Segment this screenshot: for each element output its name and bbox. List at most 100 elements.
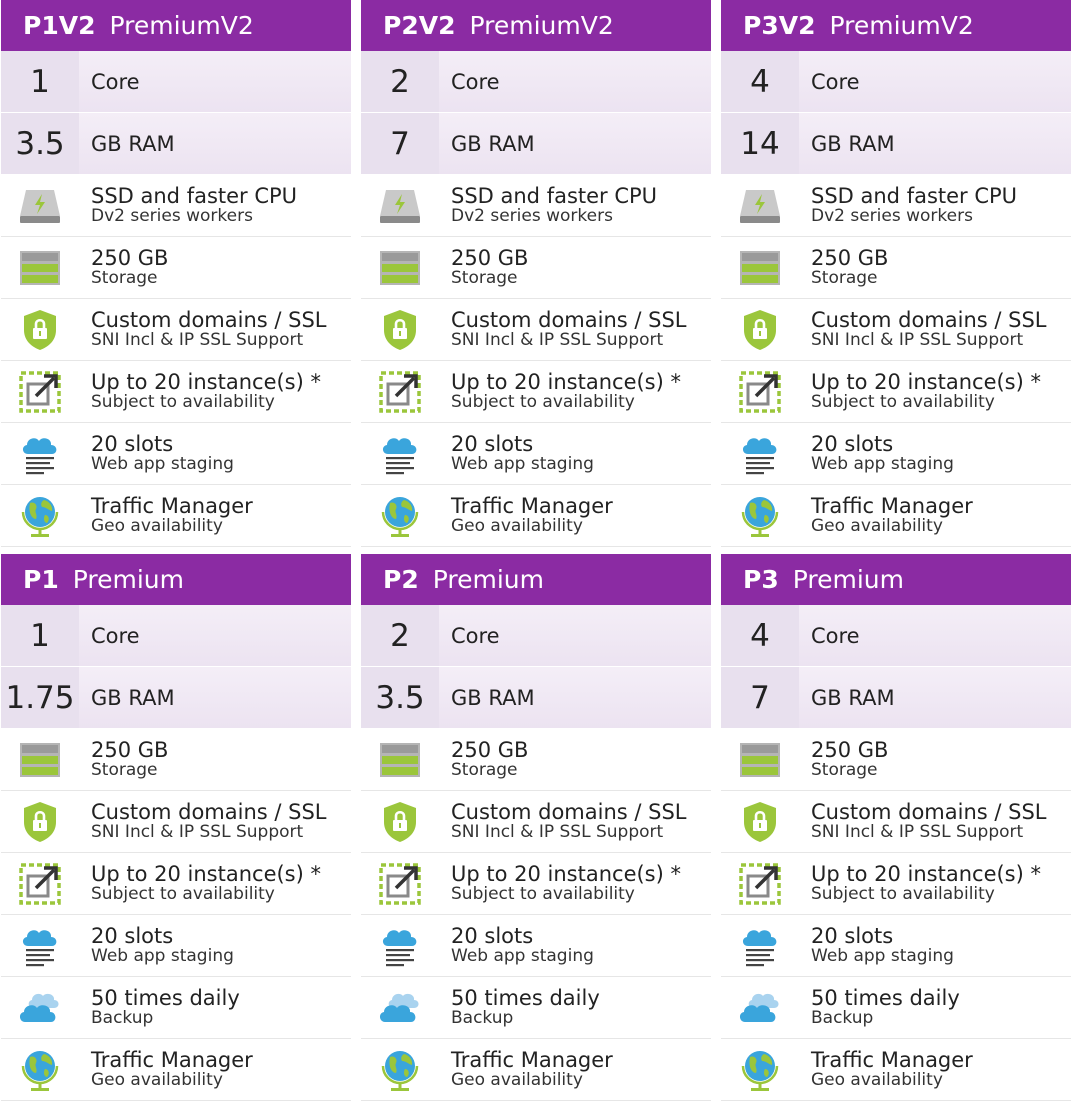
feature-subtitle: Geo availability bbox=[451, 516, 583, 537]
feature-text: Up to 20 instance(s) * Subject to availa… bbox=[79, 863, 321, 904]
feature-row: Up to 20 instance(s) * Subject to availa… bbox=[361, 361, 711, 423]
ssl-shield-icon bbox=[1, 791, 79, 853]
feature-text: Custom domains / SSL SNI Incl & IP SSL S… bbox=[439, 801, 687, 842]
scale-out-icon bbox=[1, 853, 79, 915]
feature-subtitle: Backup bbox=[91, 1008, 154, 1029]
feature-row: 250 GB Storage bbox=[1, 237, 351, 299]
feature-row: 250 GB Storage bbox=[1, 729, 351, 791]
storage-icon bbox=[1, 729, 79, 791]
feature-text: Up to 20 instance(s) * Subject to availa… bbox=[799, 371, 1041, 412]
ssl-shield-icon bbox=[721, 299, 799, 361]
feature-text: 20 slots Web app staging bbox=[799, 433, 954, 474]
feature-subtitle: Geo availability bbox=[451, 1070, 583, 1091]
feature-text: Custom domains / SSL SNI Incl & IP SSL S… bbox=[439, 309, 687, 350]
feature-title: Traffic Manager bbox=[451, 1048, 613, 1073]
feature-subtitle: Subject to availability bbox=[451, 884, 635, 905]
feature-text: Traffic Manager Geo availability bbox=[439, 1049, 613, 1090]
storage-icon bbox=[721, 729, 799, 791]
feature-row: Up to 20 instance(s) * Subject to availa… bbox=[1, 853, 351, 915]
spec-label: GB RAM bbox=[439, 667, 711, 728]
pricing-card[interactable]: P3 Premium 4 Core 7 GB RAM 250 GB Storag… bbox=[721, 554, 1071, 1101]
storage-icon bbox=[1, 237, 79, 299]
slots-cloud-icon bbox=[361, 423, 439, 485]
feature-text: Up to 20 instance(s) * Subject to availa… bbox=[439, 371, 681, 412]
feature-subtitle: Geo availability bbox=[811, 1070, 943, 1091]
feature-title: 250 GB bbox=[91, 246, 169, 271]
feature-subtitle: Web app staging bbox=[811, 946, 954, 967]
globe-icon bbox=[721, 1039, 799, 1101]
feature-row: Custom domains / SSL SNI Incl & IP SSL S… bbox=[361, 299, 711, 361]
plan-tier: Premium bbox=[72, 565, 184, 594]
pricing-card[interactable]: P3V2 PremiumV2 4 Core 14 GB RAM SSD and … bbox=[721, 0, 1071, 547]
feature-row: 250 GB Storage bbox=[721, 729, 1071, 791]
feature-row: 20 slots Web app staging bbox=[721, 423, 1071, 485]
feature-text: 20 slots Web app staging bbox=[79, 925, 234, 966]
feature-subtitle: Subject to availability bbox=[451, 392, 635, 413]
pricing-card[interactable]: P1 Premium 1 Core 1.75 GB RAM 250 GB Sto… bbox=[1, 554, 351, 1101]
spec-value: 7 bbox=[361, 113, 439, 174]
feature-subtitle: SNI Incl & IP SSL Support bbox=[91, 822, 304, 843]
spec-label: GB RAM bbox=[79, 667, 351, 728]
feature-row: 20 slots Web app staging bbox=[721, 915, 1071, 977]
feature-text: Traffic Manager Geo availability bbox=[439, 495, 613, 536]
feature-subtitle: Web app staging bbox=[451, 946, 594, 967]
feature-subtitle: Geo availability bbox=[811, 516, 943, 537]
globe-icon bbox=[721, 485, 799, 547]
feature-subtitle: Web app staging bbox=[451, 454, 594, 475]
feature-subtitle: Subject to availability bbox=[811, 884, 995, 905]
feature-row: Traffic Manager Geo availability bbox=[721, 1039, 1071, 1101]
feature-text: SSD and faster CPU Dv2 series workers bbox=[79, 185, 297, 226]
feature-row: Traffic Manager Geo availability bbox=[361, 1039, 711, 1101]
globe-icon bbox=[361, 1039, 439, 1101]
feature-text: 250 GB Storage bbox=[799, 247, 888, 288]
plan-code: P2V2 bbox=[383, 11, 456, 40]
spec-value: 1.75 bbox=[1, 667, 79, 728]
spec-label: Core bbox=[439, 51, 711, 112]
feature-row: Traffic Manager Geo availability bbox=[361, 485, 711, 547]
feature-title: SSD and faster CPU bbox=[91, 184, 298, 209]
feature-text: Custom domains / SSL SNI Incl & IP SSL S… bbox=[79, 309, 327, 350]
feature-subtitle: SNI Incl & IP SSL Support bbox=[451, 330, 664, 351]
feature-subtitle: Subject to availability bbox=[91, 884, 275, 905]
spec-value: 4 bbox=[721, 51, 799, 112]
slots-cloud-icon bbox=[721, 915, 799, 977]
feature-row: Custom domains / SSL SNI Incl & IP SSL S… bbox=[361, 791, 711, 853]
feature-text: 250 GB Storage bbox=[79, 247, 168, 288]
feature-text: Traffic Manager Geo availability bbox=[79, 495, 253, 536]
ram-spec-row: 1.75 GB RAM bbox=[1, 667, 351, 729]
feature-title: Up to 20 instance(s) * bbox=[451, 862, 681, 887]
plan-tier: Premium bbox=[792, 565, 904, 594]
feature-title: Custom domains / SSL bbox=[811, 308, 1047, 333]
storage-icon bbox=[361, 729, 439, 791]
ssd-icon bbox=[361, 175, 439, 237]
feature-text: Traffic Manager Geo availability bbox=[799, 1049, 973, 1090]
feature-title: Traffic Manager bbox=[451, 494, 613, 519]
feature-subtitle: Storage bbox=[811, 760, 878, 781]
pricing-card[interactable]: P2 Premium 2 Core 3.5 GB RAM 250 GB Stor… bbox=[361, 554, 711, 1101]
feature-row: 20 slots Web app staging bbox=[1, 915, 351, 977]
plan-code: P3V2 bbox=[743, 11, 816, 40]
ram-spec-row: 3.5 GB RAM bbox=[361, 667, 711, 729]
globe-icon bbox=[1, 1039, 79, 1101]
core-spec-row: 1 Core bbox=[1, 605, 351, 667]
feature-text: 250 GB Storage bbox=[799, 739, 888, 780]
backup-cloud-icon bbox=[361, 977, 439, 1039]
ram-spec-row: 7 GB RAM bbox=[721, 667, 1071, 729]
feature-title: 50 times daily bbox=[451, 986, 600, 1011]
feature-title: 20 slots bbox=[91, 432, 174, 457]
ssl-shield-icon bbox=[721, 791, 799, 853]
feature-text: Up to 20 instance(s) * Subject to availa… bbox=[799, 863, 1041, 904]
feature-row: 250 GB Storage bbox=[361, 237, 711, 299]
spec-label: GB RAM bbox=[439, 113, 711, 174]
plan-tier: PremiumV2 bbox=[469, 11, 614, 40]
pricing-card[interactable]: P1V2 PremiumV2 1 Core 3.5 GB RAM SSD and… bbox=[1, 0, 351, 547]
feature-subtitle: Storage bbox=[451, 268, 518, 289]
feature-text: 50 times daily Backup bbox=[439, 987, 600, 1028]
ssl-shield-icon bbox=[361, 791, 439, 853]
feature-row: SSD and faster CPU Dv2 series workers bbox=[361, 175, 711, 237]
pricing-card[interactable]: P2V2 PremiumV2 2 Core 7 GB RAM SSD and f… bbox=[361, 0, 711, 547]
feature-title: 20 slots bbox=[91, 924, 174, 949]
feature-subtitle: SNI Incl & IP SSL Support bbox=[811, 822, 1024, 843]
spec-label: Core bbox=[79, 51, 351, 112]
feature-text: 50 times daily Backup bbox=[79, 987, 240, 1028]
